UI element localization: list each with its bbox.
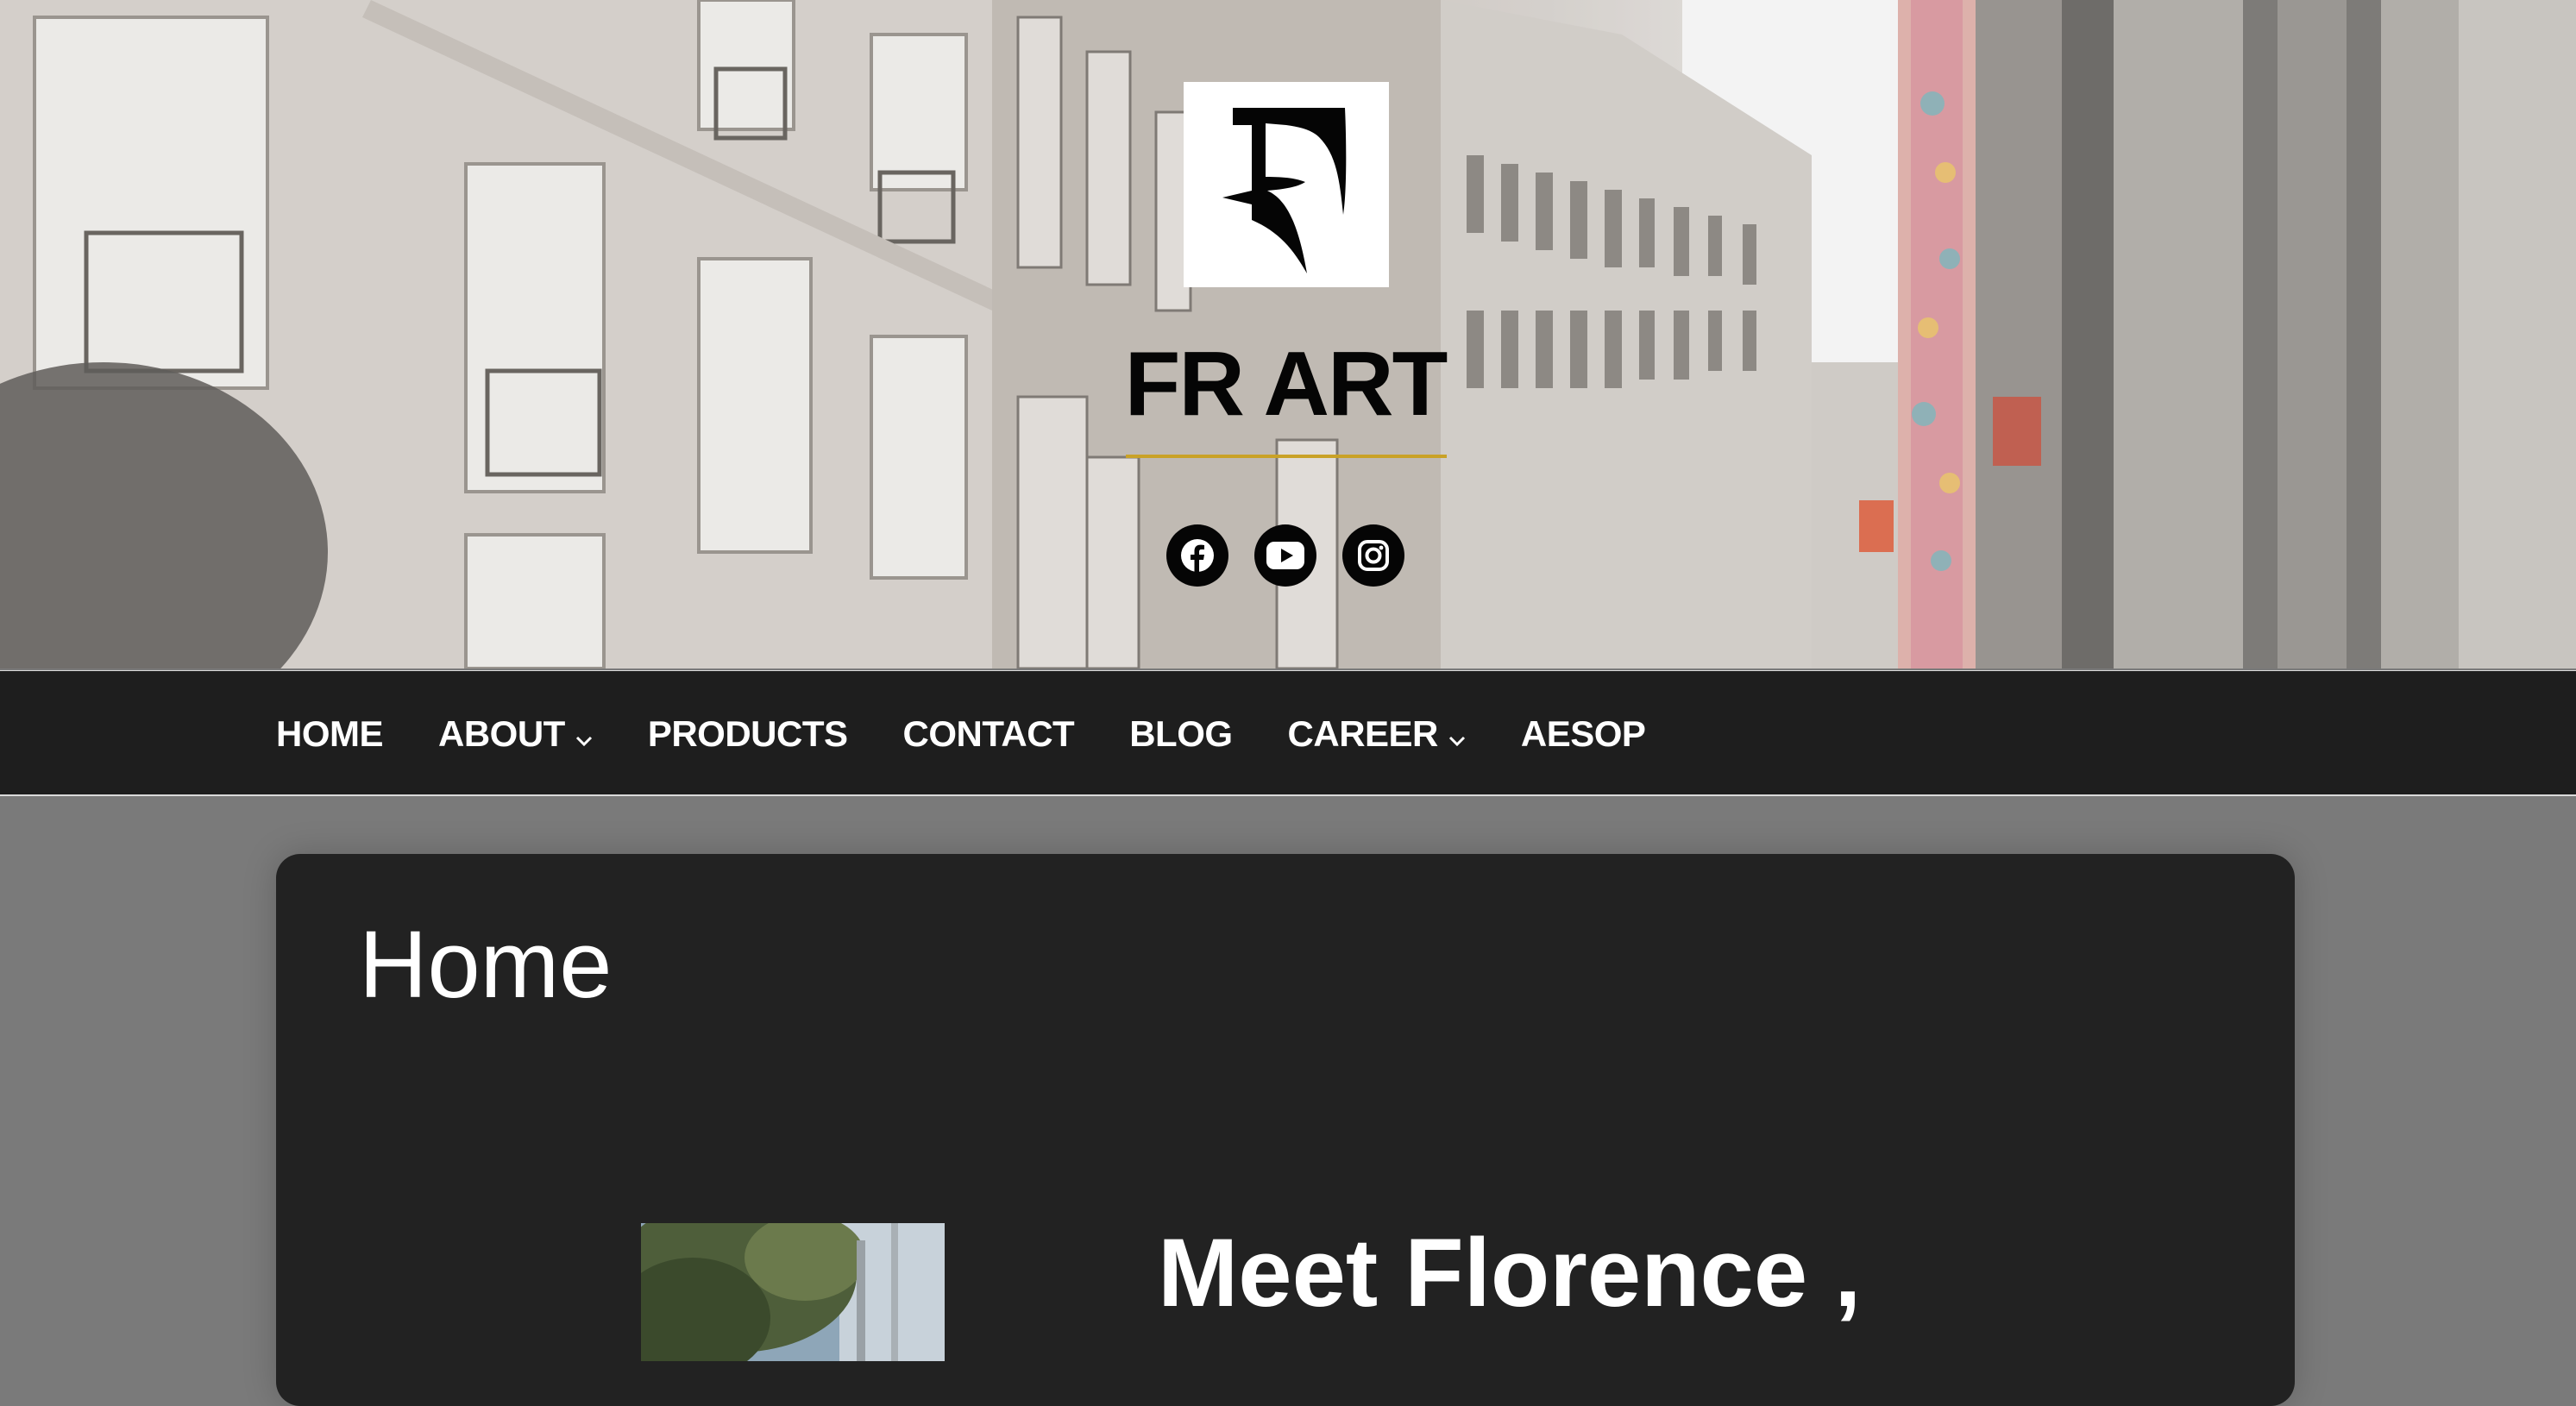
youtube-link[interactable] (1254, 524, 1316, 587)
chevron-down-icon (575, 713, 593, 755)
nav-label: BLOG (1129, 713, 1233, 754)
nav-item-aesop[interactable]: AESOP (1521, 713, 1646, 755)
page-title: Home (359, 912, 613, 1018)
nav-item-career[interactable]: CAREER (1288, 713, 1466, 755)
nav-item-about[interactable]: ABOUT (438, 713, 593, 755)
nav-item-home[interactable]: HOME (276, 713, 384, 755)
nav-item-blog[interactable]: BLOG (1129, 713, 1233, 755)
youtube-icon (1266, 542, 1304, 569)
nav-item-contact[interactable]: CONTACT (903, 713, 1075, 755)
facebook-link[interactable] (1166, 524, 1228, 587)
chevron-down-icon (1448, 713, 1466, 755)
nav-label: PRODUCTS (647, 713, 848, 754)
nav-label: AESOP (1520, 713, 1646, 754)
site-title[interactable]: FR ART (1113, 338, 1458, 430)
fr-art-logo-icon (1222, 108, 1347, 273)
site-logo[interactable] (1184, 82, 1389, 287)
nav-label: CONTACT (902, 713, 1075, 754)
hero-banner: FR ART (0, 0, 2576, 668)
facebook-icon (1181, 539, 1214, 572)
intro-heading: Meet Florence , (1158, 1219, 1862, 1327)
nav-list: HOME ABOUT PRODUCTS CONTACT BLOG CAREER … (276, 671, 1700, 797)
nav-label: HOME (276, 713, 384, 754)
instagram-icon (1358, 540, 1389, 571)
title-underline (1126, 455, 1447, 458)
main-navigation: HOME ABOUT PRODUCTS CONTACT BLOG CAREER … (0, 670, 2576, 796)
instagram-link[interactable] (1342, 524, 1404, 587)
social-links (1166, 524, 1404, 587)
content-card: Home Meet Florence , (276, 854, 2295, 1406)
nav-label: CAREER (1287, 713, 1439, 754)
portrait-image (641, 1223, 945, 1361)
nav-item-products[interactable]: PRODUCTS (648, 713, 848, 755)
nav-label: ABOUT (438, 713, 565, 754)
